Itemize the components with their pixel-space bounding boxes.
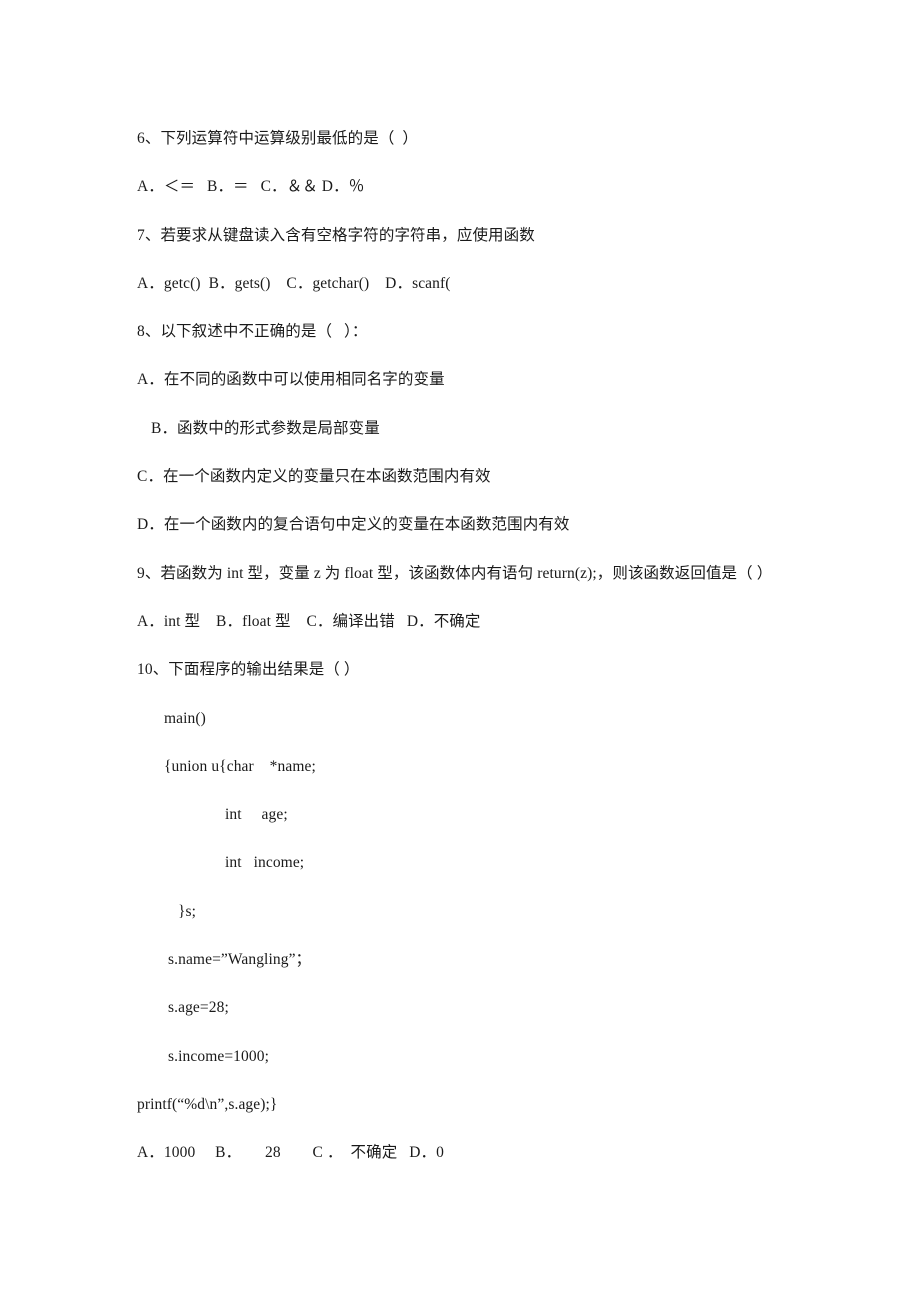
question-10-options: A．1000 B． 28 C ． 不确定 D．0: [137, 1144, 444, 1162]
code-line-close-brace-s: }s;: [178, 902, 197, 920]
code-line-printf: printf(“%d\n”,s.age);}: [137, 1095, 278, 1113]
question-8-option-c: C．在一个函数内定义的变量只在本函数范围内有效: [137, 468, 491, 486]
question-7-stem: 7、若要求从键盘读入含有空格字符的字符串，应使用函数: [137, 226, 535, 244]
code-line-union-decl: {union u{char *name;: [164, 757, 316, 775]
question-6-options: A．＜＝ B．＝ C．＆＆ D．％: [137, 178, 365, 196]
question-7-options: A．getc() B．gets() C．getchar() D．scanf(: [137, 274, 451, 292]
document-body: 6、下列运算符中运算级别最低的是（ ） A．＜＝ B．＝ C．＆＆ D．％ 7、…: [137, 131, 837, 1194]
document-page: 6、下列运算符中运算级别最低的是（ ） A．＜＝ B．＝ C．＆＆ D．％ 7、…: [0, 0, 920, 1302]
code-line-assign-income: s.income=1000;: [168, 1047, 269, 1065]
question-9-options: A．int 型 B．float 型 C．编译出错 D．不确定: [137, 612, 481, 630]
question-10-stem: 10、下面程序的输出结果是（ ）: [137, 661, 360, 679]
code-line-assign-age: s.age=28;: [168, 999, 229, 1017]
question-8-option-a: A．在不同的函数中可以使用相同名字的变量: [137, 371, 445, 389]
code-line-main: main(): [164, 709, 206, 727]
code-line-int-income: int income;: [225, 854, 305, 872]
code-line-int-age: int age;: [225, 806, 288, 824]
code-line-assign-name: s.name=”Wangling”；: [168, 951, 312, 969]
question-8-stem: 8、以下叙述中不正确的是（ ）：: [137, 323, 368, 341]
question-9-stem: 9、若函数为 int 型，变量 z 为 float 型，该函数体内有语句 ret…: [137, 564, 773, 582]
question-6-stem: 6、下列运算符中运算级别最低的是（ ）: [137, 130, 419, 147]
question-8-option-b: B．函数中的形式参数是局部变量: [151, 419, 380, 437]
question-8-option-d: D．在一个函数内的复合语句中定义的变量在本函数范围内有效: [137, 516, 570, 534]
